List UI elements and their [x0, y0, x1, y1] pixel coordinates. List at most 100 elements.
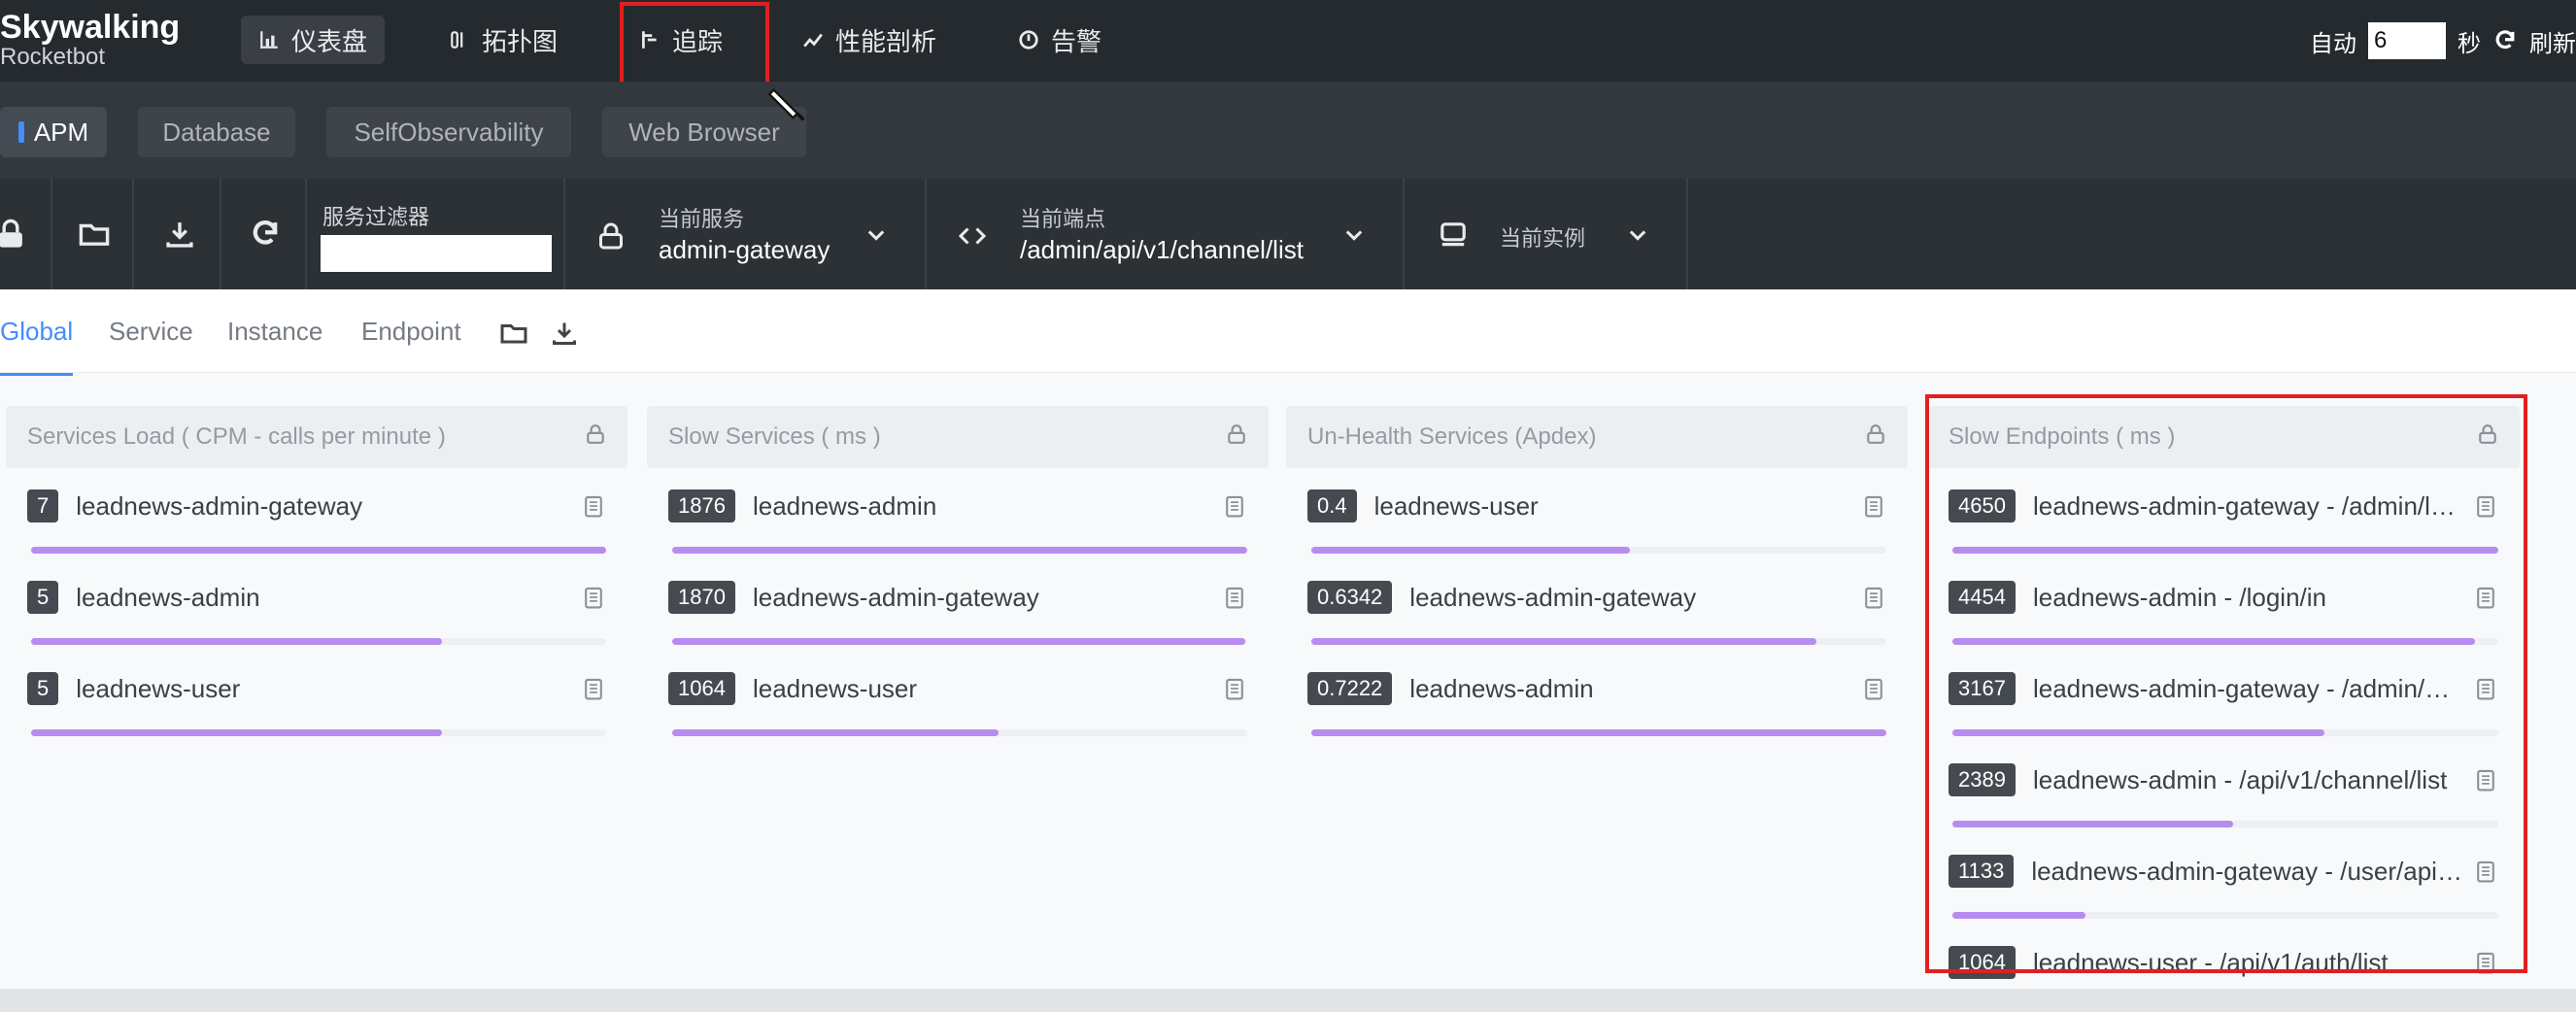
auto-interval-input[interactable]	[2368, 22, 2446, 59]
download-button[interactable]	[163, 218, 196, 251]
list-item[interactable]: 1876 leadnews-admin	[647, 482, 1269, 559]
item-label: leadnews-admin-gateway	[76, 490, 363, 521]
progress-track	[31, 638, 606, 645]
current-instance-label: 当前实例	[1500, 226, 1586, 251]
list-item[interactable]: 0.6342 leadnews-admin-gateway	[1286, 573, 1908, 651]
scrollbar-track[interactable]	[0, 989, 2576, 1012]
tab-apm[interactable]: APM	[0, 107, 107, 157]
nav-alarm[interactable]: 告警	[1000, 16, 1119, 64]
clipboard-icon[interactable]	[1222, 585, 1247, 610]
folder-icon[interactable]	[499, 319, 528, 348]
item-label: leadnews-admin-gateway	[1409, 582, 1697, 612]
toolbar-divider	[51, 179, 52, 289]
panel-title: Un-Health Services (Apdex)	[1307, 423, 1597, 450]
lock-icon	[0, 219, 22, 248]
logo: Skywalking Rocketbot	[0, 10, 180, 70]
reload-button[interactable]	[249, 218, 282, 251]
panel-lock-button[interactable]	[1226, 423, 1247, 452]
code-icon	[958, 227, 987, 245]
panel-lock-button[interactable]	[1865, 423, 1886, 452]
current-service-label: 当前服务	[659, 207, 745, 231]
progress-fill	[1311, 547, 1630, 554]
tab-selfobservability-label: SelfObservability	[354, 117, 544, 147]
toolbar-divider	[132, 179, 134, 289]
clipboard-icon[interactable]	[581, 676, 606, 701]
alarm-icon	[1019, 30, 1038, 50]
item-label: leadnews-user	[1373, 490, 1539, 521]
refresh-icon[interactable]	[2492, 28, 2518, 53]
nav-dashboard[interactable]: 仪表盘	[241, 16, 386, 64]
dash-tab-global[interactable]: Global	[0, 317, 74, 376]
chevron-down-icon	[1345, 230, 1363, 241]
dashboard-tabs: Global Service Instance Endpoint	[0, 289, 2576, 376]
logo-title: Skywalking	[0, 9, 181, 46]
toolbar: 服务过滤器 当前服务 admin-gateway 当前端点 /admin/api…	[0, 179, 2576, 289]
download-icon[interactable]	[550, 319, 579, 348]
progress-fill	[1311, 638, 1816, 645]
value-badge: 1064	[668, 672, 735, 705]
value-badge: 1870	[668, 581, 735, 614]
progress-track	[1311, 638, 1886, 645]
service-filter-input[interactable]	[321, 235, 552, 272]
open-folder-button[interactable]	[78, 218, 111, 251]
chevron-down-icon	[1629, 230, 1646, 241]
clipboard-icon[interactable]	[1861, 676, 1886, 701]
panel-title: Services Load ( CPM - calls per minute )	[27, 423, 446, 450]
progress-fill	[31, 729, 442, 736]
list-item[interactable]: 1870 leadnews-admin-gateway	[647, 573, 1269, 651]
item-label: leadnews-user	[752, 673, 918, 703]
auto-refresh: 自动 秒 刷新	[2310, 19, 2576, 62]
nav-profiling[interactable]: 性能剖析	[785, 16, 954, 64]
annotation-box-trace	[620, 2, 769, 85]
panel-lock-button[interactable]	[585, 423, 606, 452]
nav-topology[interactable]: 拓扑图	[431, 16, 575, 64]
clipboard-icon[interactable]	[1222, 493, 1247, 519]
progress-track	[672, 729, 1247, 736]
clipboard-icon[interactable]	[1222, 676, 1247, 701]
toolbar-divider	[220, 179, 221, 289]
progress-track	[672, 547, 1247, 554]
clipboard-icon[interactable]	[1861, 585, 1886, 610]
item-label: leadnews-user	[76, 673, 241, 703]
tab-database-label: Database	[162, 117, 271, 147]
list-item[interactable]: 0.4 leadnews-user	[1286, 482, 1908, 559]
value-badge: 7	[27, 489, 59, 523]
list-item[interactable]: 5 leadnews-user	[6, 664, 627, 742]
lock-button[interactable]	[0, 218, 27, 251]
clipboard-icon[interactable]	[581, 493, 606, 519]
dash-tab-instance[interactable]: Instance	[227, 317, 322, 347]
list-item[interactable]: 1064 leadnews-user	[647, 664, 1269, 742]
service-filter-label: 服务过滤器	[322, 205, 430, 229]
panel-unhealth-services: Un-Health Services (Apdex) 0.4 leadnews-us…	[1286, 406, 1908, 742]
current-service-value: admin-gateway	[659, 235, 830, 264]
clipboard-icon[interactable]	[581, 585, 606, 610]
value-badge: 0.6342	[1307, 581, 1393, 614]
dash-tab-service[interactable]: Service	[109, 317, 193, 347]
list-item[interactable]: 0.7222 leadnews-admin	[1286, 664, 1908, 742]
topology-icon	[451, 31, 463, 49]
instance-icon	[1441, 222, 1466, 247]
logo-subtitle: Rocketbot	[0, 44, 106, 70]
toolbar-divider	[1686, 179, 1688, 289]
progress-track	[1311, 547, 1886, 554]
value-badge: 0.7222	[1307, 672, 1393, 705]
progress-fill	[31, 547, 606, 554]
panel-header: Slow Services ( ms )	[647, 406, 1269, 468]
dash-tab-endpoint[interactable]: Endpoint	[361, 317, 461, 347]
clipboard-icon[interactable]	[1861, 493, 1886, 519]
item-label: leadnews-admin	[752, 490, 937, 521]
folder-icon	[79, 223, 110, 246]
panel-title: Slow Services ( ms )	[668, 423, 881, 450]
item-label: leadnews-admin	[1409, 673, 1594, 703]
list-item[interactable]: 7 leadnews-admin-gateway	[6, 482, 627, 559]
lock-icon	[1228, 423, 1245, 444]
list-item[interactable]: 5 leadnews-admin	[6, 573, 627, 651]
tab-selfobservability[interactable]: SelfObservability	[326, 107, 571, 157]
panel-header: Un-Health Services (Apdex)	[1286, 406, 1908, 468]
auto-unit: 秒	[2457, 30, 2481, 57]
item-label: leadnews-admin	[76, 582, 260, 612]
refresh-button[interactable]: 刷新	[2529, 24, 2576, 58]
progress-fill	[672, 638, 1246, 645]
tab-database[interactable]: Database	[138, 107, 295, 157]
toolbar-divider	[925, 179, 927, 289]
